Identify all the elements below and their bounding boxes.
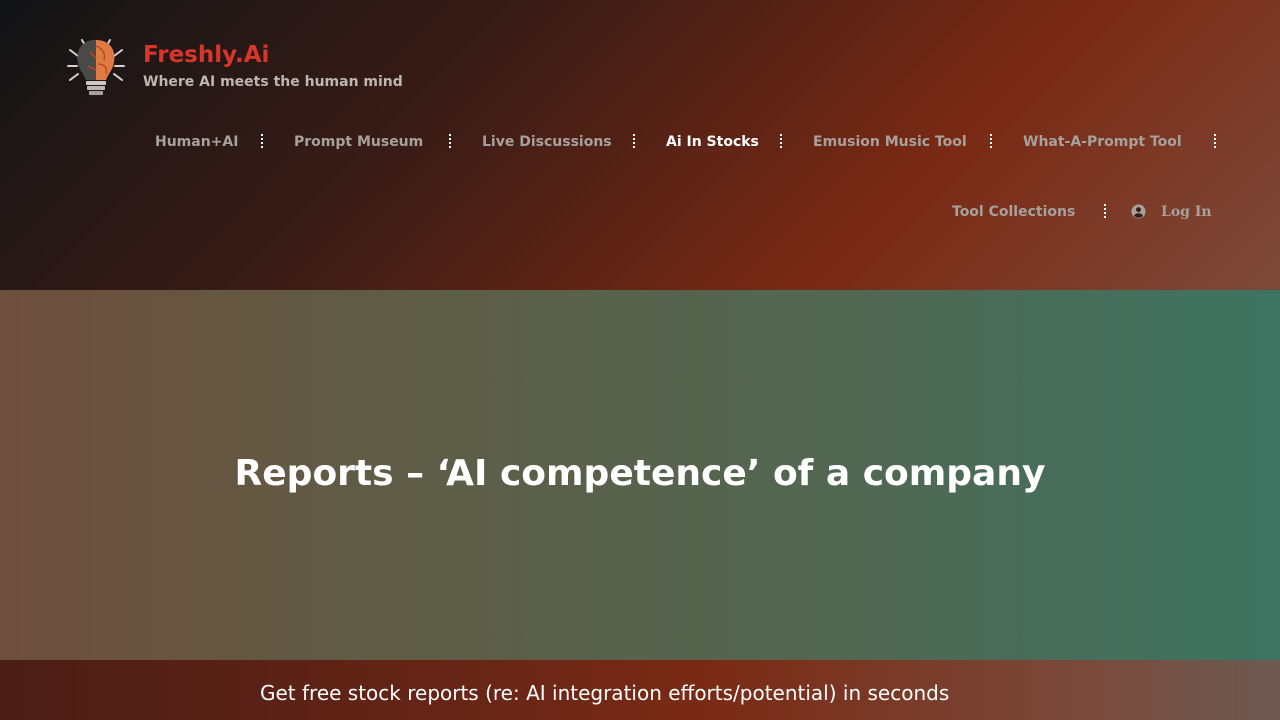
main-navigation: Human+AI Prompt Museum Live Discussions … bbox=[0, 0, 1280, 290]
nav-item-emusion-music-tool[interactable]: Emusion Music Tool bbox=[813, 132, 967, 152]
nav-separator bbox=[1214, 134, 1216, 148]
nav-separator bbox=[1104, 204, 1106, 218]
nav-item-what-a-prompt-tool[interactable]: What-A-Prompt Tool bbox=[1023, 132, 1182, 152]
hero-banner: Reports – ‘AI competence’ of a company bbox=[0, 290, 1280, 660]
nav-separator bbox=[990, 134, 992, 148]
nav-item-tool-collections[interactable]: Tool Collections bbox=[952, 202, 1075, 222]
nav-item-prompt-museum[interactable]: Prompt Museum bbox=[294, 132, 423, 152]
user-circle-icon[interactable] bbox=[1131, 204, 1146, 219]
nav-separator bbox=[780, 134, 782, 148]
intro-text: Get free stock reports (re: AI integrati… bbox=[260, 681, 950, 705]
site-header: Freshly.Ai Where AI meets the human mind… bbox=[0, 0, 1280, 290]
login-link[interactable]: Log In bbox=[1161, 202, 1212, 222]
nav-item-ai-in-stocks[interactable]: Ai In Stocks bbox=[666, 132, 759, 152]
nav-item-live-discussions[interactable]: Live Discussions bbox=[482, 132, 612, 152]
nav-separator bbox=[261, 134, 263, 148]
nav-separator bbox=[633, 134, 635, 148]
intro-strip: Get free stock reports (re: AI integrati… bbox=[0, 660, 1280, 720]
nav-item-human-ai[interactable]: Human+AI bbox=[155, 132, 238, 152]
nav-separator bbox=[449, 134, 451, 148]
page-title: Reports – ‘AI competence’ of a company bbox=[234, 453, 1046, 494]
